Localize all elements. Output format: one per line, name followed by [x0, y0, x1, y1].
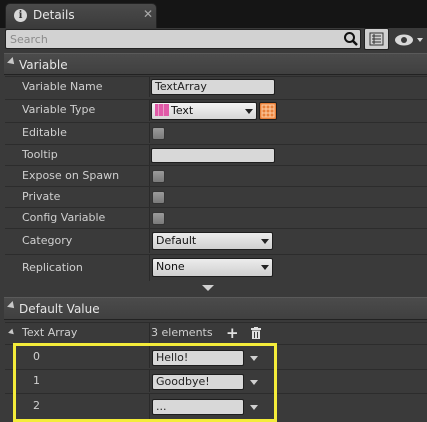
- property-row-private: Private: [5, 186, 427, 207]
- chevron-down-icon: [245, 109, 253, 114]
- chevron-down-icon[interactable]: [250, 380, 258, 385]
- property-row-replication: Replication None: [5, 254, 427, 281]
- section-label: Variable: [19, 58, 68, 72]
- config-variable-checkbox[interactable]: [152, 212, 165, 225]
- tab-title: Details: [33, 8, 75, 22]
- element-index: 0: [33, 350, 40, 363]
- container-type-button[interactable]: [259, 102, 277, 120]
- property-label: Category: [22, 234, 73, 247]
- property-label: Tooltip: [22, 148, 58, 161]
- collapse-arrow-icon: [7, 57, 17, 67]
- array-element-row: 0 Hello!: [5, 344, 427, 368]
- replication-value: None: [156, 260, 185, 273]
- eye-icon[interactable]: [393, 31, 425, 49]
- element-count: 3 elements: [151, 326, 213, 339]
- element-value-field[interactable]: Hello!: [152, 350, 244, 366]
- property-label: Text Array: [22, 326, 78, 339]
- collapse-arrow-icon[interactable]: [8, 328, 16, 337]
- variable-type-value: Text: [171, 104, 194, 117]
- property-row-variable-name: Variable Name TextArray: [5, 76, 427, 97]
- editable-checkbox[interactable]: [152, 127, 165, 140]
- variable-type-dropdown[interactable]: Text: [151, 102, 257, 120]
- details-panel: Variable Variable Name TextArray Variabl…: [0, 28, 427, 422]
- array-element-row: 1 Goodbye!: [5, 369, 427, 392]
- property-label: Variable Name: [22, 80, 103, 93]
- expose-on-spawn-checkbox[interactable]: [152, 170, 165, 183]
- array-element-row: 2 ...: [5, 393, 427, 422]
- collapse-arrow-icon: [7, 301, 17, 311]
- advanced-expander[interactable]: [4, 281, 427, 295]
- section-variable-header[interactable]: Variable: [4, 53, 427, 75]
- info-icon: i: [14, 9, 27, 22]
- element-value-field[interactable]: Goodbye!: [152, 374, 244, 390]
- list-view-icon: [369, 32, 384, 46]
- property-label: Editable: [22, 126, 67, 139]
- property-label: Expose on Spawn: [22, 169, 120, 182]
- property-label: Private: [22, 190, 61, 203]
- category-combo[interactable]: Default: [152, 232, 273, 250]
- property-row-editable: Editable: [5, 122, 427, 143]
- close-icon[interactable]: ✕: [143, 7, 153, 21]
- element-index: 1: [33, 374, 40, 387]
- property-row-expose-on-spawn: Expose on Spawn: [5, 165, 427, 186]
- variable-name-field[interactable]: TextArray: [151, 79, 275, 95]
- element-index: 2: [33, 399, 40, 412]
- view-options-button[interactable]: [364, 28, 389, 50]
- text-type-icon: [155, 104, 169, 116]
- property-row-variable-type: Variable Type Text: [5, 99, 427, 121]
- property-row-config-variable: Config Variable: [5, 207, 427, 228]
- category-value: Default: [156, 234, 197, 247]
- search-icon[interactable]: [343, 31, 359, 47]
- tab-details[interactable]: i Details ✕: [5, 3, 157, 28]
- property-label: Variable Type: [22, 103, 96, 116]
- tab-bar: i Details ✕: [0, 0, 427, 28]
- private-checkbox[interactable]: [152, 191, 165, 204]
- chevron-down-icon: [261, 265, 269, 270]
- search-box: [5, 29, 361, 49]
- property-row-text-array: Text Array 3 elements +: [5, 322, 427, 343]
- chevron-down-icon[interactable]: [250, 405, 258, 410]
- replication-combo[interactable]: None: [152, 258, 273, 277]
- property-label: Config Variable: [22, 211, 106, 224]
- section-label: Default Value: [19, 302, 100, 316]
- element-value-field[interactable]: ...: [152, 399, 244, 415]
- tooltip-field[interactable]: [151, 148, 275, 163]
- chevron-down-icon: [261, 239, 269, 244]
- property-row-category: Category Default: [5, 228, 427, 253]
- section-default-value-header[interactable]: Default Value: [4, 297, 427, 320]
- search-input[interactable]: [8, 30, 338, 48]
- chevron-down-icon[interactable]: [250, 356, 258, 361]
- property-label: Replication: [22, 261, 83, 274]
- add-element-button[interactable]: +: [226, 326, 239, 341]
- grid-icon: [261, 104, 275, 118]
- trash-icon[interactable]: [251, 327, 261, 339]
- chevron-down-icon: [202, 285, 214, 291]
- property-row-tooltip: Tooltip: [5, 144, 427, 165]
